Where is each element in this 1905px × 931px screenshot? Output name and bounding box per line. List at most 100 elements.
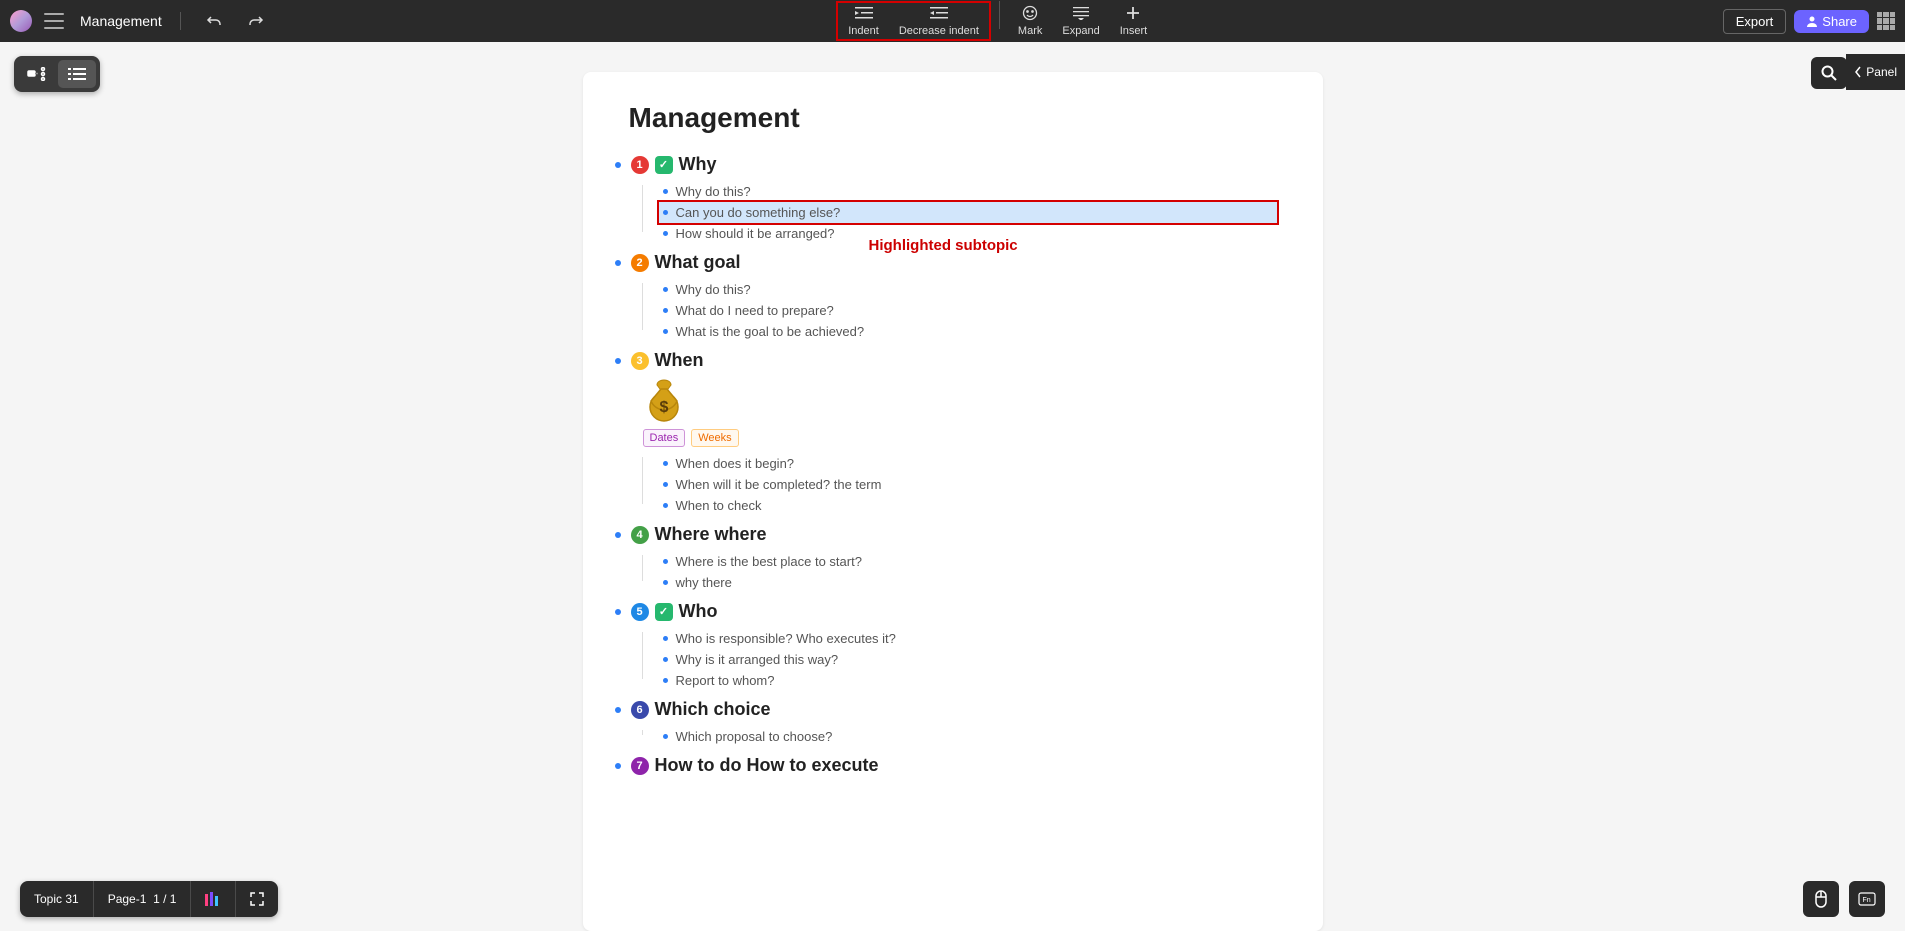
user-avatar[interactable]	[10, 10, 32, 32]
topic-header[interactable]: 5 ✓ Who	[629, 599, 1277, 624]
topic-header[interactable]: 4 Where where	[629, 522, 1277, 547]
bullet-icon	[615, 358, 621, 364]
decrease-indent-button[interactable]: Decrease indent	[889, 3, 989, 39]
indent-icon	[855, 5, 873, 21]
status-theme[interactable]	[190, 881, 235, 917]
subtopic-text: How should it be arranged?	[676, 226, 835, 241]
topic-header[interactable]: 3 When	[629, 348, 1277, 373]
tags-row: Dates Weeks	[643, 429, 1277, 447]
subtopic-item[interactable]: What do I need to prepare?	[659, 300, 1277, 321]
bullet-icon	[615, 162, 621, 168]
topic-title: What goal	[655, 252, 741, 273]
number-badge: 7	[631, 757, 649, 775]
bullet-icon	[663, 287, 668, 292]
subtopic-item[interactable]: Which proposal to choose?	[659, 726, 1277, 747]
bullet-icon	[663, 503, 668, 508]
number-badge: 2	[631, 254, 649, 272]
subtopics-list: When does it begin? When will it be compl…	[639, 453, 1277, 516]
bullet-icon	[663, 210, 668, 215]
bullet-icon	[663, 559, 668, 564]
subtopic-item[interactable]: When will it be completed? the term	[659, 474, 1277, 495]
subtopic-item[interactable]: Who is responsible? Who executes it?	[659, 628, 1277, 649]
menu-icon[interactable]	[44, 13, 64, 29]
toolbar-left: Management	[10, 7, 271, 35]
fullscreen-button[interactable]	[235, 881, 278, 917]
bullet-icon	[615, 707, 621, 713]
subtopic-text: Why do this?	[676, 282, 751, 297]
mark-button[interactable]: Mark	[1008, 3, 1052, 39]
redo-button[interactable]	[241, 7, 271, 35]
smile-icon	[1022, 5, 1038, 21]
subtopic-item[interactable]: Why do this?	[659, 181, 1277, 202]
topic-title: Who	[679, 601, 718, 622]
mark-group: Mark Expand Insert	[1008, 1, 1157, 41]
mark-label: Mark	[1018, 25, 1042, 37]
apps-icon[interactable]	[1877, 12, 1895, 30]
bullet-icon	[615, 532, 621, 538]
number-badge: 5	[631, 603, 649, 621]
bullet-icon	[663, 189, 668, 194]
indent-label: Indent	[848, 25, 879, 37]
subtopics-list: Which proposal to choose?	[639, 726, 1277, 747]
indent-button[interactable]: Indent	[838, 3, 889, 39]
tag-dates[interactable]: Dates	[643, 429, 686, 447]
subtopic-item[interactable]: Why is it arranged this way?	[659, 649, 1277, 670]
topic: 2 What goal Why do this? What do I need to…	[629, 250, 1277, 342]
subtopic-text: What do I need to prepare?	[676, 303, 834, 318]
subtopic-item[interactable]: Can you do something else?	[659, 202, 1277, 223]
undo-button[interactable]	[199, 7, 229, 35]
subtopic-item[interactable]: When does it begin?	[659, 453, 1277, 474]
subtopic-item[interactable]: why there	[659, 572, 1277, 593]
status-page[interactable]: Page-1 1 / 1	[93, 881, 191, 917]
check-badge: ✓	[655, 603, 673, 621]
expand-button[interactable]: Expand	[1052, 3, 1109, 39]
subtopic-item[interactable]: Why do this?	[659, 279, 1277, 300]
insert-button[interactable]: Insert	[1110, 3, 1158, 39]
subtopic-text: Can you do something else?	[676, 205, 841, 220]
export-button[interactable]: Export	[1723, 9, 1787, 34]
bottom-right-buttons: Fn	[1803, 881, 1885, 917]
page-title[interactable]: Management	[629, 102, 1277, 134]
subtopic-text: Where is the best place to start?	[676, 554, 862, 569]
subtopic-text: When does it begin?	[676, 456, 795, 471]
decrease-indent-label: Decrease indent	[899, 25, 979, 37]
top-toolbar: Management Indent Decrease indent Mark E…	[0, 0, 1905, 42]
share-label: Share	[1822, 14, 1857, 29]
share-button[interactable]: Share	[1794, 10, 1869, 33]
bullet-icon	[663, 657, 668, 662]
subtopic-text: Why do this?	[676, 184, 751, 199]
subtopic-item[interactable]: What is the goal to be achieved?	[659, 321, 1277, 342]
subtopics-list: Why do this? Can you do something else? Ho…	[639, 181, 1277, 244]
subtopic-item[interactable]: Report to whom?	[659, 670, 1277, 691]
bullet-icon	[663, 461, 668, 466]
subtopic-text: When to check	[676, 498, 762, 513]
expand-icon	[1073, 5, 1089, 21]
number-badge: 6	[631, 701, 649, 719]
subtopic-text: Why is it arranged this way?	[676, 652, 839, 667]
number-badge: 4	[631, 526, 649, 544]
subtopic-text: What is the goal to be achieved?	[676, 324, 865, 339]
subtopic-text: Who is responsible? Who executes it?	[676, 631, 896, 646]
fn-button[interactable]: Fn	[1849, 881, 1885, 917]
svg-text:Fn: Fn	[1863, 897, 1871, 904]
mouse-mode-button[interactable]	[1803, 881, 1839, 917]
bullet-icon	[663, 636, 668, 641]
topic-header[interactable]: 7 How to do How to execute	[629, 753, 1277, 778]
check-badge: ✓	[655, 156, 673, 174]
topic: 1 ✓ Why Why do this? Can you do something …	[629, 152, 1277, 244]
subtopic-item[interactable]: Where is the best place to start?	[659, 551, 1277, 572]
status-topic[interactable]: Topic 31	[20, 881, 93, 917]
toolbar-center: Indent Decrease indent Mark Expand Inser…	[271, 1, 1723, 41]
subtopic-item[interactable]: When to check	[659, 495, 1277, 516]
expand-label: Expand	[1062, 25, 1099, 37]
tag-weeks[interactable]: Weeks	[691, 429, 738, 447]
moneybag-icon: $	[643, 379, 685, 423]
topic-header[interactable]: 6 Which choice	[629, 697, 1277, 722]
bullet-icon	[663, 580, 668, 585]
topic-header[interactable]: 1 ✓ Why	[629, 152, 1277, 177]
annotation-label: Highlighted subtopic	[869, 237, 1018, 254]
separator	[180, 12, 181, 30]
svg-text:$: $	[659, 399, 668, 416]
topic-title: When	[655, 350, 704, 371]
bullet-icon	[663, 482, 668, 487]
